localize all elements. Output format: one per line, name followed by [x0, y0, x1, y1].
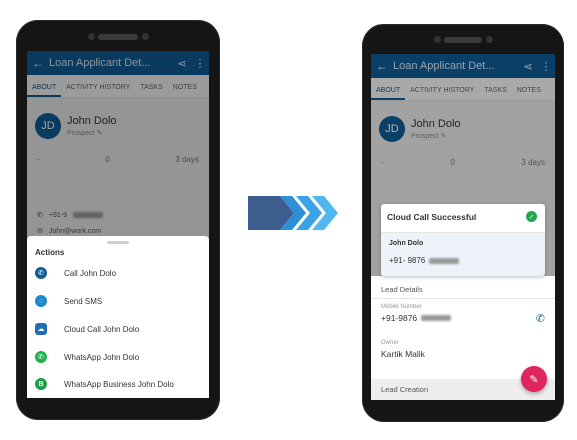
transition-arrows-graphic — [248, 196, 338, 230]
action-whatsapp[interactable]: ✆ WhatsApp John Dolo — [35, 349, 139, 365]
owner-label: Owner — [381, 340, 399, 346]
masked-number — [429, 257, 460, 264]
phone-icon: ✆ — [35, 267, 47, 279]
action-whatsapp-business[interactable]: B WhatsApp Business John Dolo — [35, 376, 174, 392]
whatsapp-icon: ✆ — [35, 351, 47, 363]
lead-details-title: Lead Details — [381, 285, 423, 294]
mobile-number-label: Mobile Number — [381, 304, 422, 310]
sensor — [434, 36, 441, 43]
call-phone-icon[interactable]: ✆ — [536, 312, 545, 325]
speaker-grille — [444, 37, 482, 43]
card-contact-number: +91- 9876 — [389, 256, 460, 265]
right-phone-frame: ← Loan Applicant Det... ⋖ ⋮ ABOUT ACTIVI… — [362, 24, 564, 422]
sensor — [88, 33, 95, 40]
masked-number — [421, 315, 452, 321]
right-screen: ← Loan Applicant Det... ⋖ ⋮ ABOUT ACTIVI… — [371, 54, 555, 400]
action-send-sms[interactable]: ◌ Send SMS — [35, 293, 102, 309]
cloud-call-icon: ☁ — [35, 323, 47, 335]
action-cloud-call[interactable]: ☁ Cloud Call John Dolo — [35, 321, 139, 337]
sms-icon: ◌ — [35, 295, 47, 307]
sheet-drag-handle[interactable] — [107, 241, 129, 244]
speaker-grille — [98, 34, 138, 40]
left-phone-frame: ← Loan Applicant Det... ⋖ ⋮ ABOUT ACTIVI… — [16, 20, 220, 420]
left-screen: ← Loan Applicant Det... ⋖ ⋮ ABOUT ACTIVI… — [27, 51, 209, 398]
cloud-call-success-card: Cloud Call Successful ✓ John Dolo +91- 9… — [381, 204, 545, 276]
owner-value: Kartik Malik — [381, 349, 425, 359]
actions-bottom-sheet: Actions ✆ Call John Dolo ◌ Send SMS ☁ Cl… — [27, 236, 209, 398]
whatsapp-business-icon: B — [35, 378, 47, 390]
front-camera — [142, 33, 149, 40]
pencil-icon: ✎ — [529, 373, 539, 386]
front-camera — [486, 36, 493, 43]
action-call[interactable]: ✆ Call John Dolo — [35, 265, 116, 281]
card-contact-name: John Dolo — [389, 240, 424, 247]
mobile-number-value: +91-9876 — [381, 313, 452, 323]
card-title: Cloud Call Successful — [387, 212, 477, 222]
sheet-title: Actions — [35, 248, 65, 257]
divider — [371, 298, 555, 299]
check-circle-icon: ✓ — [526, 211, 537, 222]
edit-fab-button[interactable]: ✎ — [521, 366, 547, 392]
